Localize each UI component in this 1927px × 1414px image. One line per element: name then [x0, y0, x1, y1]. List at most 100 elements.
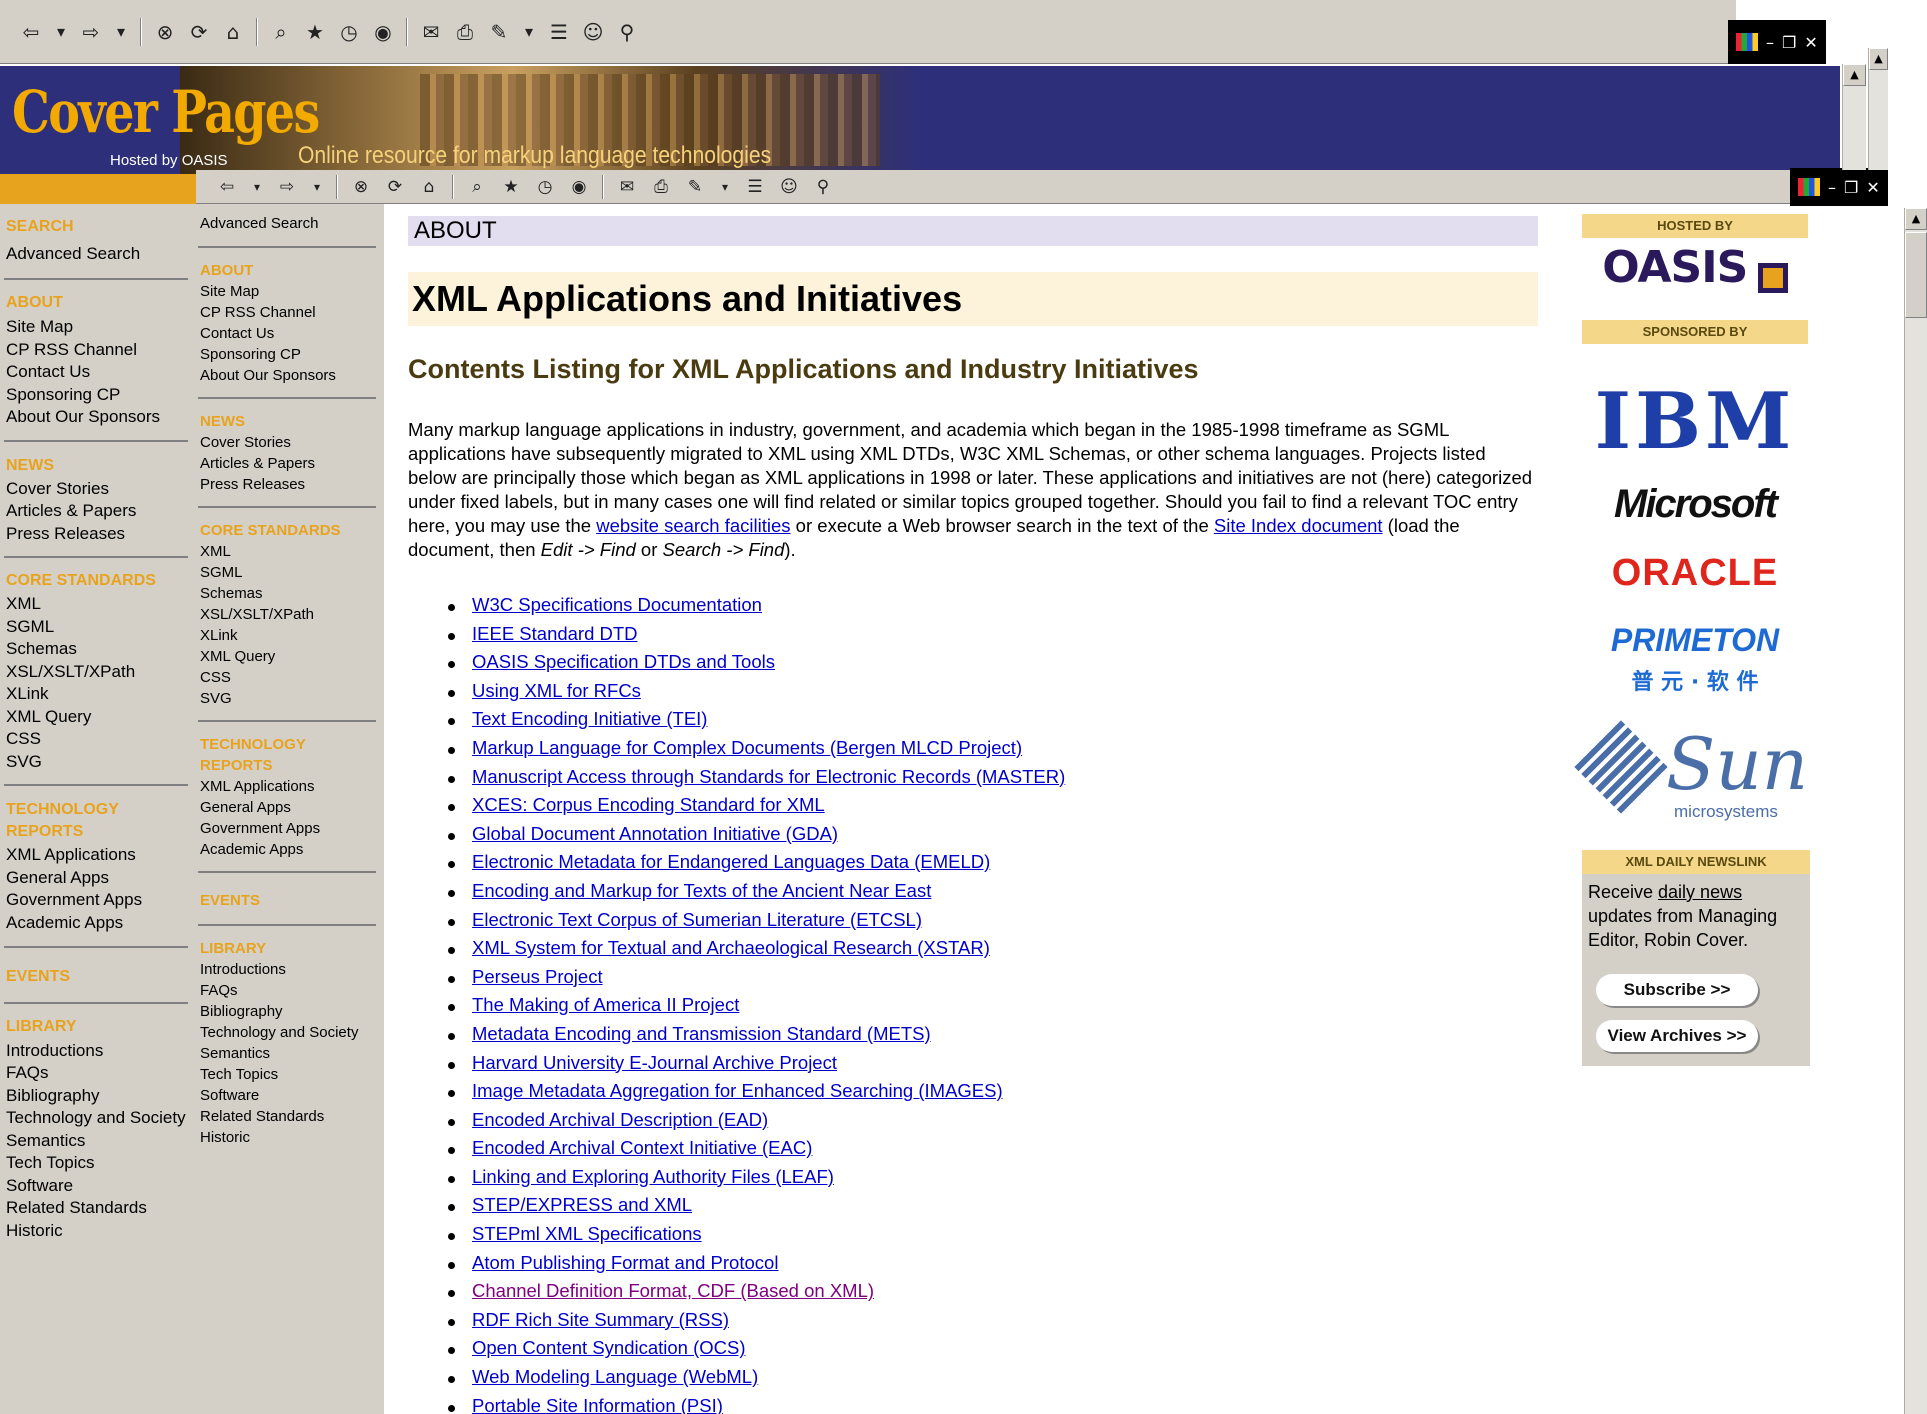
nav-link[interactable]: Introductions: [6, 1041, 103, 1061]
refresh-icon[interactable]: ⟳: [380, 175, 410, 199]
nav-link[interactable]: CSS: [200, 669, 231, 686]
nav-link[interactable]: FAQs: [6, 1063, 49, 1083]
toc-link[interactable]: IEEE Standard DTD: [472, 623, 638, 644]
dropdown-icon[interactable]: ▾: [306, 175, 328, 199]
mail-icon[interactable]: ✉: [416, 18, 446, 46]
home-icon[interactable]: ⌂: [414, 175, 444, 199]
nav-link[interactable]: Site Map: [6, 317, 73, 337]
nav-link[interactable]: XLink: [200, 627, 238, 644]
nav-link[interactable]: SGML: [200, 564, 243, 581]
dropdown-icon[interactable]: ▾: [518, 18, 540, 46]
nav-link[interactable]: Press Releases: [6, 524, 125, 544]
toc-link[interactable]: Image Metadata Aggregation for Enhanced …: [472, 1080, 1003, 1101]
nav-link[interactable]: CP RSS Channel: [6, 340, 137, 360]
mail-icon[interactable]: ✉: [612, 175, 642, 199]
microsoft-logo[interactable]: Microsoft: [1582, 482, 1808, 530]
dropdown-icon[interactable]: ▾: [714, 175, 736, 199]
favorites-icon[interactable]: ★: [300, 18, 330, 46]
nav-link[interactable]: Tech Topics: [6, 1153, 95, 1173]
scroll-thumb[interactable]: [1905, 232, 1927, 318]
dropdown-icon[interactable]: ▾: [50, 18, 72, 46]
nav-link[interactable]: Academic Apps: [200, 841, 303, 858]
site-index-link[interactable]: Site Index document: [1214, 515, 1383, 536]
toc-link[interactable]: The Making of America II Project: [472, 994, 739, 1015]
toc-link[interactable]: Encoded Archival Description (EAD): [472, 1109, 768, 1130]
nav-link[interactable]: SVG: [200, 690, 232, 707]
toc-link[interactable]: Electronic Metadata for Endangered Langu…: [472, 851, 990, 872]
toc-link[interactable]: OASIS Specification DTDs and Tools: [472, 651, 775, 672]
nav-link[interactable]: Technology and Society: [200, 1024, 358, 1041]
nav-link[interactable]: Tech Topics: [200, 1066, 278, 1083]
cover-pages-logo[interactable]: Cover Pages: [12, 78, 320, 146]
toc-link[interactable]: Encoded Archival Context Initiative (EAC…: [472, 1137, 812, 1158]
toc-link[interactable]: STEPml XML Specifications: [472, 1223, 702, 1244]
minimize-icon[interactable]: –: [1766, 33, 1774, 52]
toc-link[interactable]: Markup Language for Complex Documents (B…: [472, 737, 1022, 758]
nav-link[interactable]: FAQs: [200, 982, 238, 999]
scroll-up-arrow-icon[interactable]: ▲: [1843, 64, 1866, 86]
toc-link[interactable]: STEP/EXPRESS and XML: [472, 1194, 692, 1215]
nav-link[interactable]: Press Releases: [200, 476, 305, 493]
toc-link[interactable]: Metadata Encoding and Transmission Stand…: [472, 1023, 931, 1044]
nav-link[interactable]: Sponsoring CP: [200, 346, 301, 363]
nav-link[interactable]: Introductions: [200, 961, 286, 978]
toc-link[interactable]: Manuscript Access through Standards for …: [472, 766, 1065, 787]
nav-link[interactable]: Contact Us: [200, 325, 274, 342]
view-archives-button[interactable]: View Archives >>: [1596, 1020, 1758, 1052]
stop-icon[interactable]: ⊗: [150, 18, 180, 46]
dropdown-icon[interactable]: ▾: [110, 18, 132, 46]
nav-link[interactable]: About Our Sponsors: [6, 407, 160, 427]
toc-link[interactable]: W3C Specifications Documentation: [472, 594, 762, 615]
toc-link[interactable]: Open Content Syndication (OCS): [472, 1337, 746, 1358]
research-icon[interactable]: ⚲: [808, 175, 838, 199]
nav-link[interactable]: XLink: [6, 684, 49, 704]
nav-link[interactable]: Semantics: [6, 1131, 85, 1151]
nav-link[interactable]: Contact Us: [6, 362, 90, 382]
toc-link[interactable]: Web Modeling Language (WebML): [472, 1366, 758, 1387]
toc-link[interactable]: XML System for Textual and Archaeologica…: [472, 937, 990, 958]
toc-link[interactable]: Global Document Annotation Initiative (G…: [472, 823, 838, 844]
nav-link[interactable]: Technology and Society: [6, 1108, 186, 1128]
nav-link[interactable]: XML Applications: [6, 845, 136, 865]
nav-link[interactable]: Schemas: [6, 639, 77, 659]
favorites-icon[interactable]: ★: [496, 175, 526, 199]
toc-link[interactable]: Text Encoding Initiative (TEI): [472, 708, 707, 729]
nav-link[interactable]: XML Applications: [200, 778, 315, 795]
subscribe-button[interactable]: Subscribe >>: [1596, 974, 1758, 1006]
nav-link[interactable]: Related Standards: [200, 1108, 324, 1125]
refresh-icon[interactable]: ⟳: [184, 18, 214, 46]
close-icon[interactable]: ✕: [1866, 178, 1879, 197]
nav-link[interactable]: Semantics: [200, 1045, 270, 1062]
nav-link[interactable]: Government Apps: [6, 890, 142, 910]
nav-link[interactable]: XML Query: [200, 648, 275, 665]
toc-link[interactable]: Atom Publishing Format and Protocol: [472, 1252, 778, 1273]
nav-link[interactable]: CSS: [6, 729, 41, 749]
nav-link[interactable]: Related Standards: [6, 1198, 147, 1218]
nav-link[interactable]: General Apps: [200, 799, 291, 816]
research-icon[interactable]: ⚲: [612, 18, 642, 46]
scroll-up-arrow-icon[interactable]: ▲: [1905, 208, 1927, 230]
nav-link[interactable]: CP RSS Channel: [200, 304, 316, 321]
nav-link[interactable]: Articles & Papers: [6, 501, 136, 521]
outer-scrollbar[interactable]: ▲: [1842, 64, 1866, 170]
nav-link[interactable]: Software: [200, 1087, 259, 1104]
nav-link[interactable]: Sponsoring CP: [6, 385, 120, 405]
history-icon[interactable]: ◷: [530, 175, 560, 199]
media-icon[interactable]: ◉: [368, 18, 398, 46]
toc-link[interactable]: XCES: Corpus Encoding Standard for XML: [472, 794, 825, 815]
home-icon[interactable]: ⌂: [218, 18, 248, 46]
nav-link[interactable]: SVG: [6, 752, 42, 772]
messenger-icon[interactable]: ☺: [578, 18, 608, 46]
nav-link[interactable]: SGML: [6, 617, 54, 637]
dropdown-icon[interactable]: ▾: [246, 175, 268, 199]
nav-link[interactable]: Software: [6, 1176, 73, 1196]
restore-icon[interactable]: ❐: [1782, 33, 1796, 52]
print-icon[interactable]: ⎙: [646, 175, 676, 199]
back-icon[interactable]: ⇦: [212, 175, 242, 199]
search-icon[interactable]: ⌕: [462, 175, 492, 199]
nav-link[interactable]: General Apps: [6, 868, 109, 888]
nav-link[interactable]: XSL/XSLT/XPath: [200, 606, 314, 623]
toc-link[interactable]: Harvard University E-Journal Archive Pro…: [472, 1052, 837, 1073]
forward-icon[interactable]: ⇨: [272, 175, 302, 199]
sun-logo[interactable]: Sun microsystems: [1574, 720, 1808, 826]
